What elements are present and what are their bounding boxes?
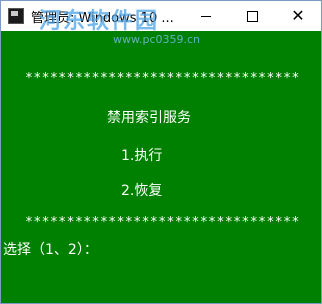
title-bar[interactable]: 管理员: Windows 10 ... 河东软件园 ✕ (1, 1, 321, 34)
menu-heading: 禁用索引服务 (107, 110, 191, 126)
menu-option-execute: 1.执行 (121, 148, 163, 164)
maximize-icon (246, 10, 258, 22)
console-output[interactable]: www.pc0359.cn **************************… (1, 31, 321, 303)
close-button[interactable]: ✕ (275, 1, 321, 31)
maximize-button[interactable] (229, 1, 275, 31)
minimize-button[interactable] (183, 1, 229, 31)
window-title: 管理员: Windows 10 ... (31, 11, 174, 26)
minimize-icon (201, 15, 211, 17)
cmd-icon[interactable] (8, 8, 24, 24)
watermark-url: www.pc0359.cn (113, 33, 201, 46)
stars-divider-bottom: ********************************* (25, 215, 300, 230)
input-prompt: 选择（1、2）： (3, 242, 98, 258)
close-icon: ✕ (291, 6, 305, 25)
menu-option-restore: 2.恢复 (121, 183, 163, 199)
console-window: 管理员: Windows 10 ... 河东软件园 ✕ www.pc0359.c… (0, 0, 322, 304)
stars-divider-top: ********************************* (25, 71, 300, 86)
